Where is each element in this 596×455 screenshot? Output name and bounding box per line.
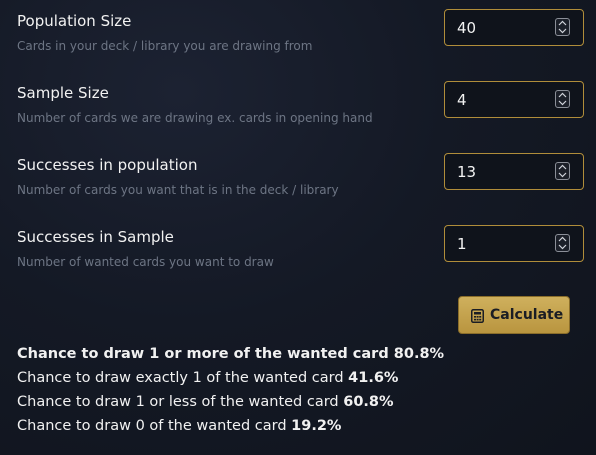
sample-size-label: Sample Size <box>17 84 109 102</box>
successes-in-sample-label: Successes in Sample <box>17 228 174 246</box>
result-text: Chance to draw 0 of the wanted card <box>17 418 287 434</box>
stepper-arrows-icon <box>558 236 567 250</box>
successes-in-population-hint: Number of cards you want that is in the … <box>17 183 339 197</box>
successes-in-population-input[interactable]: 13 <box>444 153 584 190</box>
successes-in-population-label: Successes in population <box>17 156 198 174</box>
sample-size-stepper[interactable] <box>555 90 570 108</box>
successes-in-population-value: 13 <box>457 163 477 181</box>
result-value: 80.8% <box>393 346 445 362</box>
result-text: Chance to draw exactly 1 of the wanted c… <box>17 370 344 386</box>
result-text: Chance to draw 1 or more of the wanted c… <box>17 346 389 362</box>
stepper-arrows-icon <box>558 92 567 106</box>
sample-size-input[interactable]: 4 <box>444 81 584 118</box>
successes-in-sample-input[interactable]: 1 <box>444 225 584 262</box>
successes-in-population-row: Successes in population Number of cards … <box>0 144 596 204</box>
result-exactly-one: Chance to draw exactly 1 of the wanted c… <box>17 370 398 386</box>
result-one-or-more: Chance to draw 1 or more of the wanted c… <box>17 346 444 362</box>
population-size-stepper[interactable] <box>555 18 570 36</box>
calculator-icon <box>471 309 484 323</box>
stepper-arrows-icon <box>558 164 567 178</box>
stepper-arrows-icon <box>558 20 567 34</box>
population-size-label: Population Size <box>17 12 132 30</box>
successes-in-sample-value: 1 <box>457 235 467 253</box>
result-value: 60.8% <box>343 394 394 410</box>
calculate-button-label: Calculate <box>490 307 564 323</box>
result-text: Chance to draw 1 or less of the wanted c… <box>17 394 339 410</box>
result-value: 19.2% <box>291 418 342 434</box>
population-size-input[interactable]: 40 <box>444 9 584 46</box>
successes-in-sample-stepper[interactable] <box>555 234 570 252</box>
sample-size-value: 4 <box>457 91 467 109</box>
sample-size-row: Sample Size Number of cards we are drawi… <box>0 72 596 132</box>
population-size-value: 40 <box>457 19 477 37</box>
calculate-button[interactable]: Calculate <box>458 296 570 334</box>
result-zero: Chance to draw 0 of the wanted card 19.2… <box>17 418 341 434</box>
successes-in-sample-row: Successes in Sample Number of wanted car… <box>0 216 596 276</box>
population-size-hint: Cards in your deck / library you are dra… <box>17 39 313 53</box>
successes-in-sample-hint: Number of wanted cards you want to draw <box>17 255 274 269</box>
sample-size-hint: Number of cards we are drawing ex. cards… <box>17 111 373 125</box>
result-one-or-less: Chance to draw 1 or less of the wanted c… <box>17 394 394 410</box>
result-value: 41.6% <box>348 370 399 386</box>
population-size-row: Population Size Cards in your deck / lib… <box>0 0 596 60</box>
successes-in-population-stepper[interactable] <box>555 162 570 180</box>
